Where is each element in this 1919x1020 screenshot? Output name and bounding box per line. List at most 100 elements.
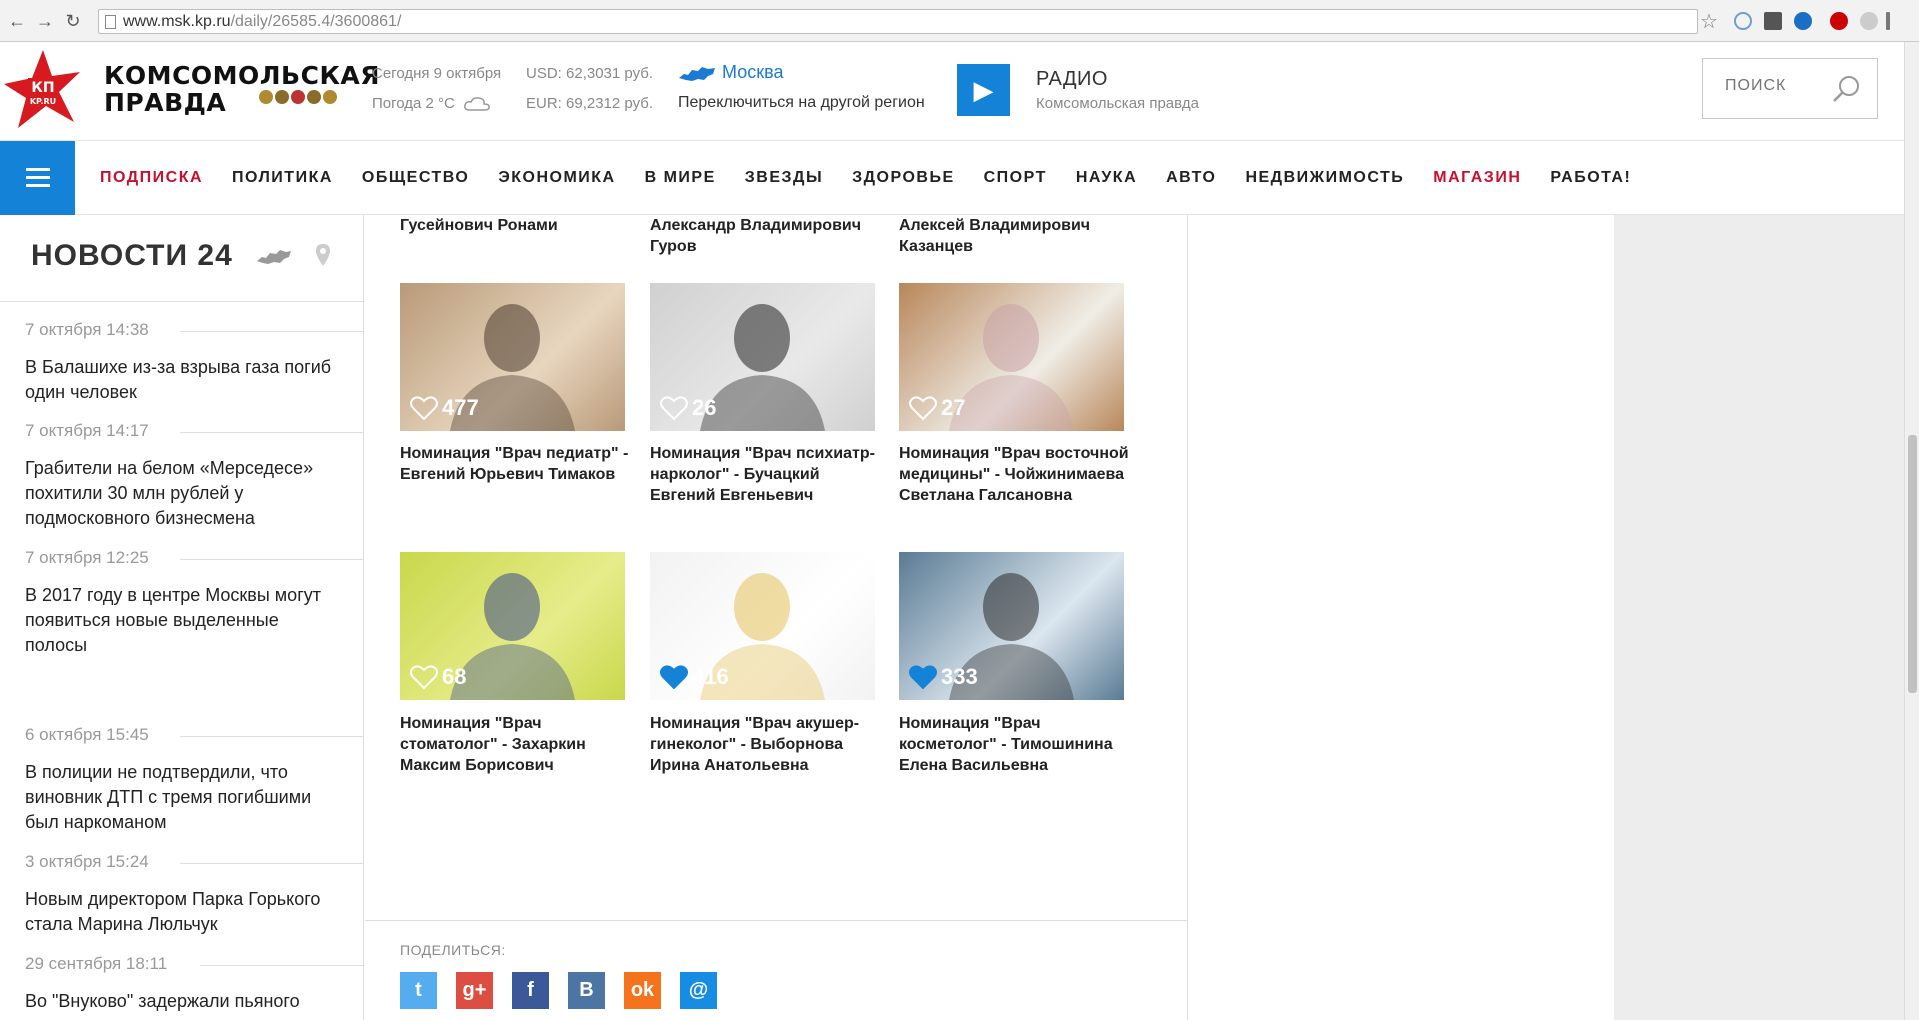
card-caption-link[interactable]: Номинация "Врач педиатр" - Евгений Юрьев… [400,443,630,485]
card-caption-link[interactable]: Номинация "Врач психиатр-нарколог" - Буч… [650,443,880,506]
page-icon [105,15,116,29]
address-bar[interactable]: www.msk.kp.ru/daily/26585.4/3600861/ [98,9,1698,34]
like-counter[interactable]: 416 [660,664,729,690]
switch-region-link[interactable]: Переключиться на другой регион [678,94,925,112]
divider [180,863,363,864]
like-count: 416 [692,664,729,689]
moi-mir-share-button[interactable]: @ [680,972,717,1009]
nominee-photo[interactable]: 27 [899,283,1124,431]
eur-rate: EUR: 69,2312 руб. [526,95,653,112]
card-caption-link[interactable]: Номинация "Врач стоматолог" - Захаркин М… [400,713,630,776]
russia-map-icon[interactable] [678,64,716,84]
menu-burger-icon[interactable] [0,141,75,215]
like-count: 26 [692,395,717,420]
usd-rate: USD: 62,3031 руб. [526,65,653,82]
nav-item[interactable]: В МИРЕ [645,169,716,187]
news-headline-link[interactable]: Во "Внуково" задержали пьяного [25,989,345,1014]
heart-icon[interactable] [410,395,438,421]
divider [0,301,363,302]
nominee-photo[interactable]: 26 [650,283,875,431]
weather: Погода 2 °C [372,95,491,112]
nominee-photo[interactable]: 333 [899,552,1124,700]
news24-title: НОВОСТИ 24 [31,239,233,272]
nav-item[interactable]: МАГАЗИН [1433,169,1521,187]
nav-item[interactable]: НАУКА [1076,169,1137,187]
main-nav: ПОДПИСКА ПОЛИТИКА ОБЩЕСТВО ЭКОНОМИКА В МИРЕ З… [0,140,1919,215]
card-caption-top[interactable]: Алексей Владимирович Казанцев [899,215,1129,257]
facebook-share-button[interactable]: f [512,972,549,1009]
nav-item[interactable]: ОБЩЕСТВО [362,169,469,187]
divider [365,920,1187,921]
divider [180,432,363,433]
heart-icon[interactable] [410,664,438,690]
nav-item[interactable]: ЗДОРОВЬЕ [852,169,955,187]
scrollbar[interactable] [1904,42,1919,1020]
nav-item[interactable]: НЕДВИЖИМОСТЬ [1245,169,1404,187]
card-caption-top[interactable]: Александр Владимирович Гуров [650,215,880,257]
news-time: 7 октября 14:17 [25,421,149,440]
nav-item[interactable]: ЭКОНОМИКА [498,169,615,187]
extension-grey-icon[interactable] [1860,12,1878,30]
kp-logo-icon[interactable]: КП KP.RU [4,50,82,132]
location-pin-icon[interactable] [315,243,331,267]
card-caption-link[interactable]: Номинация "Врач восточной медицины" - Чо… [899,443,1129,506]
like-counter[interactable]: 27 [909,395,965,421]
star-icon[interactable]: ☆ [1700,9,1718,34]
nav-item[interactable]: АВТО [1166,169,1216,187]
like-counter[interactable]: 68 [410,664,466,690]
adblock-icon[interactable] [1830,12,1848,30]
heart-icon[interactable] [909,395,937,421]
card-caption-link[interactable]: Номинация "Врач акушер-гинеколог" - Выбо… [650,713,880,776]
search-box[interactable] [1702,58,1878,119]
url-path: /daily/26585.4/3600861/ [230,13,402,30]
like-count: 477 [442,395,479,420]
news-headline-link[interactable]: Грабители на белом «Мерседесе» похитили … [25,456,345,531]
share-label: ПОДЕЛИТЬСЯ: [400,942,506,958]
heart-icon[interactable] [660,395,688,421]
nominee-photo[interactable]: 477 [400,283,625,431]
twitter-share-button[interactable]: t [400,972,437,1009]
heart-icon[interactable] [909,664,937,690]
nominee-photo[interactable]: 416 [650,552,875,700]
scrollbar-thumb[interactable] [1908,435,1917,693]
weather-text: Погода 2 °C [372,95,455,112]
radio-title[interactable]: РАДИО [1036,68,1108,91]
arrow-right-icon[interactable]: → [34,10,56,32]
nav-item[interactable]: РАБОТА! [1550,169,1631,187]
nav-item[interactable]: ЗВЕЗДЫ [745,169,823,187]
like-count: 68 [442,664,467,689]
heart-icon[interactable] [660,664,688,690]
news-headline-link[interactable]: В полиции не подтвердили, что виновник Д… [25,760,345,835]
card-caption-top[interactable]: Гусейнович Ронами [400,215,630,236]
google-plus-share-button[interactable]: g+ [456,972,493,1009]
search-icon[interactable] [1831,73,1863,105]
news-headline-link[interactable]: В Балашихе из-за взрыва газа погиб один … [25,355,345,405]
news-headline-link[interactable]: Новым директором Парка Горького стала Ма… [25,887,345,937]
radio-play-button[interactable]: ▶ [957,64,1010,116]
card-caption-link[interactable]: Номинация "Врач косметолог" - Тимошинина… [899,713,1129,776]
menu-icon[interactable] [1886,12,1890,30]
cloud-icon [464,97,490,111]
today-date: Сегодня 9 октября [372,65,502,82]
like-count: 333 [941,664,978,689]
extension-a-icon[interactable] [1794,12,1812,30]
russia-map-grey-icon[interactable] [256,247,292,267]
city-link[interactable]: Москва [722,62,783,83]
news-headline-link[interactable]: В 2017 году в центре Москвы могут появит… [25,583,345,658]
like-counter[interactable]: 333 [909,664,978,690]
nav-item[interactable]: СПОРТ [984,169,1047,187]
like-counter[interactable]: 26 [660,395,716,421]
like-counter[interactable]: 477 [410,395,479,421]
search-input[interactable] [1725,77,1825,95]
vkontakte-share-button[interactable]: B [568,972,605,1009]
extension-drive-icon[interactable] [1734,12,1752,30]
extension-gear-icon[interactable] [1764,12,1782,30]
nominee-photo[interactable]: 68 [400,552,625,700]
news-time: 7 октября 12:25 [25,548,149,567]
nav-item[interactable]: ПОЛИТИКА [232,169,333,187]
arrow-left-icon[interactable]: ← [6,10,28,32]
url-host: www.msk.kp.ru [123,13,231,30]
odnoklassniki-share-button[interactable]: ok [624,972,661,1009]
reload-icon[interactable]: ↻ [62,10,84,32]
nav-item[interactable]: ПОДПИСКА [100,169,203,187]
